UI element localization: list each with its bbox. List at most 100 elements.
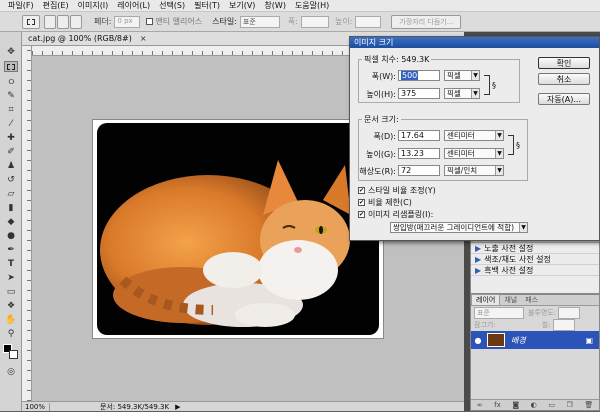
status-arrow-icon[interactable]: ▶ [175,403,180,411]
eraser-tool-icon[interactable]: ▱ [4,188,18,199]
pixel-width-input[interactable]: 500 [398,70,440,81]
zoom-level[interactable]: 100% [22,402,50,411]
rect-marquee-icon [27,18,35,25]
dropdown-arrow-icon: ▼ [471,89,479,98]
height-label: 높이: [334,17,353,26]
mask-icon[interactable]: ◙ [512,401,519,409]
quick-mask-icon[interactable]: ◎ [4,366,18,377]
menu-image[interactable]: 이미지(I) [78,0,109,11]
adjustment-item-hue-saturation[interactable]: ▶ 색조/채도 사전 설정 [471,254,599,265]
pixel-width-unit-select[interactable]: 픽셀 ▼ [444,70,480,81]
constrain-checkbox[interactable]: ✔ [358,199,365,206]
resample-method-select[interactable]: 쌍입방(매끄러운 그레이디언트에 적합) ▼ [390,222,528,233]
hand-tool-icon[interactable]: ✋ [4,314,18,325]
ok-button[interactable]: 확인 [538,57,590,69]
dodge-tool-icon[interactable]: ● [4,230,18,241]
new-layer-icon[interactable]: ❐ [566,401,572,409]
scale-styles-checkbox[interactable]: ✔ [358,187,365,194]
eye-icon[interactable]: ● [471,336,485,345]
dropdown-arrow-icon: ▼ [519,223,527,232]
adjustment-layer-icon[interactable]: ◐ [531,401,537,409]
add-selection-button[interactable] [57,14,69,29]
fx-icon[interactable]: fx [494,401,501,409]
layers-panel: 레이어 채널 패스 표준 불투명도: 잠그기: 칠: ● 배경 ▣ ∞ fx ◙… [470,294,600,411]
doc-width-input[interactable]: 17.64 [398,130,440,141]
brush-tool-icon[interactable]: ✐ [4,146,18,157]
expand-icon: ▶ [475,265,482,275]
fill-input[interactable] [552,319,575,331]
history-brush-tool-icon[interactable]: ↺ [4,174,18,185]
layer-name[interactable]: 배경 [511,335,526,346]
group-icon[interactable]: ▭ [548,401,555,409]
doc-height-unit-select[interactable]: 센티미터 ▼ [444,148,504,159]
tab-layers[interactable]: 레이어 [471,294,501,305]
options-bar: 페더: 0 px 앤티 앨리어스 스타일: 표준 폭: 높이: 가장자리 다듬기… [0,12,600,32]
menu-layer[interactable]: 레이어(L) [117,0,150,11]
blur-tool-icon[interactable]: ◆ [4,216,18,227]
marquee-tool-icon[interactable] [4,61,18,72]
adjustment-item-black-white[interactable]: ▶ 흑백 사전 설정 [471,265,599,276]
cancel-button[interactable]: 취소 [538,73,590,85]
menu-filter[interactable]: 필터(T) [194,0,220,11]
crop-tool-icon[interactable]: ⌗ [4,104,18,115]
healing-tool-icon[interactable]: ✚ [4,132,18,143]
antialias-checkbox[interactable] [146,18,154,25]
lasso-tool-icon[interactable]: ഠ [4,76,18,87]
pixel-dimensions-label: 픽셀 치수: 549.3K [362,54,432,65]
cat-photo[interactable] [92,119,384,339]
background-color-swatch[interactable] [9,350,18,359]
style-select[interactable]: 표준 [239,15,280,28]
link-bracket [508,135,514,155]
opacity-input[interactable] [558,306,581,319]
type-tool-icon[interactable]: T [4,258,18,269]
doc-width-unit-select[interactable]: 센티미터 ▼ [444,130,504,141]
resample-checkbox[interactable]: ✔ [358,211,365,218]
dropdown-arrow-icon: ▼ [495,149,503,158]
eyedropper-tool-icon[interactable]: ⁄ [4,118,18,129]
blend-mode-select[interactable]: 표준 [474,306,524,319]
pixel-height-input[interactable]: 375 [398,88,440,99]
resolution-input[interactable]: 72 [398,165,440,176]
pen-tool-icon[interactable]: ✒ [4,244,18,255]
menu-view[interactable]: 보기(V) [229,0,255,11]
width-input[interactable] [300,15,329,28]
scale-styles-row[interactable]: ✔ 스타일 비율 조정(Y) [358,185,436,196]
refine-edge-button[interactable]: 가장자리 다듬기... [391,14,462,29]
adjustment-item-exposure[interactable]: ▶ 노출 사전 설정 [471,243,599,254]
stamp-tool-icon[interactable]: ♟ [4,160,18,171]
menu-edit[interactable]: 편집(E) [43,0,69,11]
new-selection-button[interactable] [44,14,56,29]
pixel-height-unit-select[interactable]: 픽셀 ▼ [444,88,480,99]
resolution-label: 해상도(R): [359,167,396,176]
zoom-tool-icon[interactable]: ⚲ [4,328,18,339]
resample-row[interactable]: ✔ 이미지 리샘플링(I): [358,209,433,220]
toolbox: ✥ ഠ ✎ ⌗ ⁄ ✚ ✐ ♟ ↺ ▱ ▮ ◆ ● ✒ T ➤ ▭ ❖ ✋ ⚲ … [0,32,22,411]
menu-window[interactable]: 창(W) [264,0,286,11]
gradient-tool-icon[interactable]: ▮ [4,202,18,213]
close-tab-icon[interactable]: × [140,34,147,43]
vertical-ruler [22,46,32,401]
menu-select[interactable]: 선택(S) [159,0,185,11]
tab-paths[interactable]: 패스 [521,295,542,305]
move-tool-icon[interactable]: ✥ [4,46,18,57]
resolution-unit-select[interactable]: 픽셀/인치 ▼ [444,165,504,176]
subtract-selection-button[interactable] [70,14,82,29]
path-select-tool-icon[interactable]: ➤ [4,272,18,283]
shape-tool-icon[interactable]: ▭ [4,286,18,297]
trash-icon[interactable]: 🗑 [584,401,593,409]
tab-channels[interactable]: 채널 [500,295,521,305]
link-bracket [484,75,490,95]
layer-row-background[interactable]: ● 배경 ▣ [471,331,599,349]
3d-tool-icon[interactable]: ❖ [4,300,18,311]
link-icon[interactable]: ∞ [477,401,483,409]
expand-icon: ▶ [475,243,482,253]
marquee-preset-button[interactable] [22,14,40,29]
auto-button[interactable]: 자동(A)... [538,93,590,105]
menu-help[interactable]: 도움말(H) [295,0,329,11]
feather-input[interactable]: 0 px [114,15,141,28]
constrain-row[interactable]: ✔ 비율 제한(C) [358,197,412,208]
doc-height-input[interactable]: 13.23 [398,148,440,159]
quick-select-tool-icon[interactable]: ✎ [4,90,18,101]
height-input[interactable] [355,15,382,28]
menu-file[interactable]: 파일(F) [8,0,34,11]
